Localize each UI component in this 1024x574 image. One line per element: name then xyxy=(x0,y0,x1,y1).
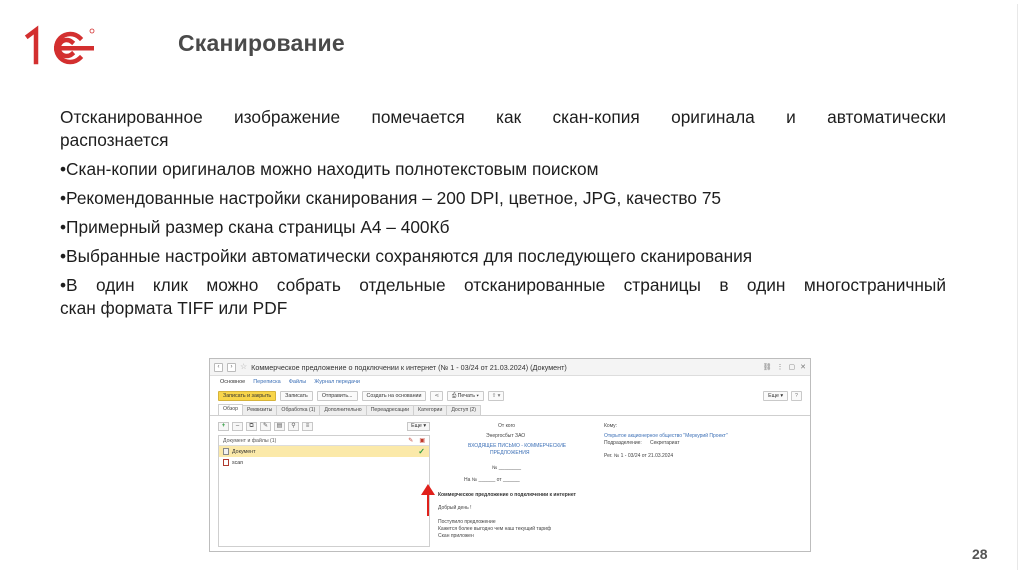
tab-processing[interactable]: Обработка (1) xyxy=(276,405,321,415)
document-body: + – ⧉ ✎ ▤ ⚲ ≡ Еще ▾ Документ и файлы (1)… xyxy=(210,417,810,551)
settings-icon[interactable]: ≡ xyxy=(302,422,313,431)
preview-dept-label: Подразделение: xyxy=(604,440,642,446)
document-screenshot: ‹ › ☆ Коммерческое предложение о подключ… xyxy=(209,358,811,552)
more-button[interactable]: Еще ▾ xyxy=(763,391,789,401)
preview-dept-value: Секретариат xyxy=(650,440,680,446)
document-nav: Основное Переписка Файлы Журнал передачи xyxy=(210,376,810,388)
bullet-fulltext-search: •Скан-копии оригиналов можно находить по… xyxy=(60,159,599,179)
save-button[interactable]: Записать xyxy=(280,391,313,401)
close-icon[interactable]: ✕ xyxy=(800,363,806,371)
window-controls: ⛓ ⋮ ▢ ✕ xyxy=(763,363,806,371)
tab-additional[interactable]: Дополнительно xyxy=(319,405,367,415)
1c-logo-icon xyxy=(24,25,95,65)
files-panel: + – ⧉ ✎ ▤ ⚲ ≡ Еще ▾ Документ и файлы (1)… xyxy=(218,421,430,547)
intro-line-2: распознается xyxy=(60,130,169,150)
preview-to-label: Кому: xyxy=(604,423,618,429)
share-icon[interactable]: ⋖ xyxy=(430,391,443,401)
window-titlebar: ‹ › ☆ Коммерческое предложение о подключ… xyxy=(210,359,810,376)
slide: Сканирование Отсканированное изображение… xyxy=(0,0,1024,574)
edit-icon[interactable]: ✎ xyxy=(260,422,271,431)
tab-requisites[interactable]: Реквизиты xyxy=(241,405,278,415)
slide-edge-divider xyxy=(1017,4,1018,570)
file-row-name: Документ xyxy=(232,448,256,455)
tab-access[interactable]: Доступ (2) xyxy=(446,405,482,415)
files-more-button[interactable]: Еще ▾ xyxy=(407,422,430,431)
preview-body-3: Скан приложен xyxy=(438,533,474,539)
forward-arrow-icon[interactable]: › xyxy=(227,362,236,372)
files-more-label: Еще xyxy=(411,423,422,429)
document-icon xyxy=(223,448,229,455)
file-list-header-label: Документ и файлы (1) xyxy=(223,437,277,444)
nav-main[interactable]: Основное xyxy=(220,379,245,385)
preview-body-2: Кажется более выгодно чем наш текущий та… xyxy=(438,526,552,532)
bullet-scan-size: •Примерный размер скана страницы А4 – 40… xyxy=(60,217,450,237)
checkmark-icon: ✓ xyxy=(418,447,425,456)
pointer-arrow-shaft xyxy=(427,494,429,516)
menu-dots-icon[interactable]: ⋮ xyxy=(777,363,784,371)
edit-lock-icon[interactable]: ▣ xyxy=(419,437,425,444)
signature-icon[interactable]: ✎ xyxy=(408,437,413,444)
document-tabs: Обзор Реквизиты Обработка (1) Дополнител… xyxy=(210,404,810,416)
preview-number: № ________ xyxy=(492,465,521,471)
file-list-header: Документ и файлы (1) ✎ ▣ xyxy=(219,436,429,446)
attachment-icon[interactable]: ⇧ ▾ xyxy=(487,391,505,401)
multipage-line-1: •В один клик можно собрать отдельные отс… xyxy=(60,275,946,295)
preview-subject: Коммерческое предложение о подключении к… xyxy=(438,492,576,498)
tab-overview[interactable]: Обзор xyxy=(218,404,243,415)
help-icon[interactable]: ? xyxy=(791,391,802,401)
add-icon[interactable]: + xyxy=(218,422,229,431)
multipage-line-2: скан формата TIFF или PDF xyxy=(60,298,288,318)
preview-incoming-line-1: ВХОДЯЩЕЕ ПИСЬМО - КОММЕРЧЕСКИЕ xyxy=(468,443,567,449)
page-title: Сканирование xyxy=(178,30,345,56)
files-toolbar: + – ⧉ ✎ ▤ ⚲ ≡ Еще ▾ xyxy=(218,421,430,432)
more-label: Еще xyxy=(768,393,779,399)
file-row[interactable]: Документ ✓ xyxy=(219,446,429,457)
bullet-multipage: •В один клик можно собрать отдельные отс… xyxy=(60,274,946,320)
preview-from-label: От кого xyxy=(498,423,516,429)
copy-icon[interactable]: ⧉ xyxy=(246,422,257,431)
create-based-on-button[interactable]: Создать на основании xyxy=(361,391,427,401)
file-row[interactable]: scan xyxy=(219,457,429,468)
bullet-saved-settings: •Выбранные настройки автоматически сохра… xyxy=(60,246,753,266)
document-toolbar: Записать и закрыть Записать Отправить...… xyxy=(210,388,810,404)
content-text: Отсканированное изображение помечается к… xyxy=(60,106,946,326)
preview-greeting: Добрый день ! xyxy=(438,505,472,511)
save-and-close-button[interactable]: Записать и закрыть xyxy=(218,391,277,401)
document-preview: От кого Энергосбыт ЗАО ВХОДЯЩЕЕ ПИСЬМО -… xyxy=(438,421,808,547)
intro-paragraph: Отсканированное изображение помечается к… xyxy=(60,106,946,152)
star-icon[interactable]: ☆ xyxy=(240,363,247,371)
send-button[interactable]: Отправить... xyxy=(316,391,358,401)
tab-redirects[interactable]: Переадресации xyxy=(365,405,415,415)
remove-icon[interactable]: – xyxy=(232,422,243,431)
page-number: 28 xyxy=(972,546,988,562)
preview-to-value: Открытое акционерное общество "Меркурий … xyxy=(604,433,728,439)
preview-registration: Рег. № 1 - 03/24 от 21.03.2024 xyxy=(604,453,674,459)
nav-files[interactable]: Файлы xyxy=(289,379,306,385)
file-row-name: scan xyxy=(232,459,244,466)
document-window-title: Коммерческое предложение о подключении к… xyxy=(251,362,567,372)
nav-transfer-log[interactable]: Журнал передачи xyxy=(314,379,360,385)
intro-line-1: Отсканированное изображение помечается к… xyxy=(60,107,946,127)
toolbar-right: Еще ▾ ? xyxy=(763,391,802,401)
preview-ref-number: На № ______ от ______ xyxy=(464,477,520,483)
preview-body-1: Поступило предложение xyxy=(438,519,496,525)
back-arrow-icon[interactable]: ‹ xyxy=(214,362,223,372)
maximize-icon[interactable]: ▢ xyxy=(789,363,796,371)
bullet-scan-settings: •Рекомендованные настройки сканирования … xyxy=(60,188,722,208)
lock-icon[interactable]: ⚲ xyxy=(288,422,299,431)
file-list-header-icons: ✎ ▣ xyxy=(408,437,425,444)
print-label: Печать xyxy=(457,393,475,399)
nav-correspondence[interactable]: Переписка xyxy=(253,379,281,385)
preview-from-value: Энергосбыт ЗАО xyxy=(486,433,526,439)
preview-incoming-line-2: ПРЕДЛОЖЕНИЯ xyxy=(490,450,530,456)
link-icon[interactable]: ⛓ xyxy=(763,363,772,371)
print-button[interactable]: ⎙ Печать ▾ xyxy=(446,391,484,401)
pdf-file-icon xyxy=(223,459,229,466)
tab-categories[interactable]: Категории xyxy=(413,405,448,415)
file-list: Документ и файлы (1) ✎ ▣ Документ ✓ scan xyxy=(218,435,430,547)
scan-icon[interactable]: ▤ xyxy=(274,422,285,431)
